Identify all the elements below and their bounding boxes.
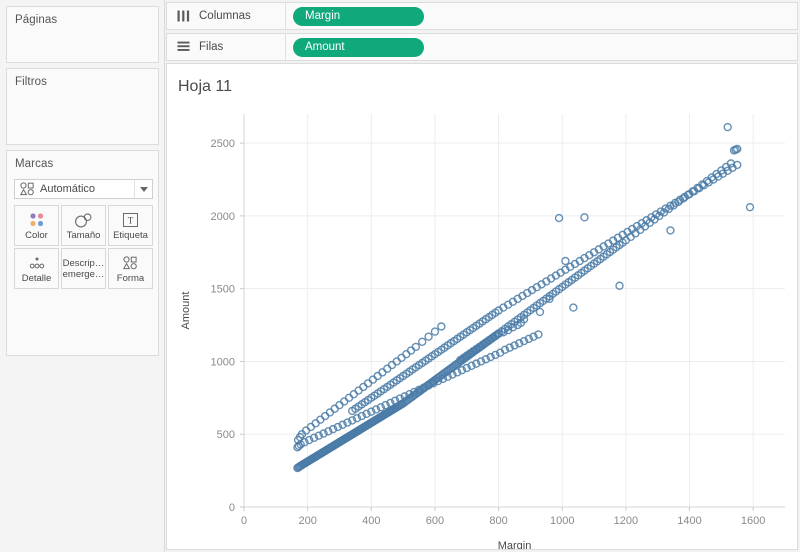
marks-tooltip-button[interactable]: Descrip… emerge…: [61, 248, 106, 289]
y-tick-label: 2000: [211, 211, 235, 223]
data-point[interactable]: [424, 332, 433, 341]
scatter-plot[interactable]: 0 200 400 600 800 1000 1200 1400 1600 0 500 1000 15…: [167, 104, 797, 549]
data-point[interactable]: [335, 400, 344, 410]
tableau-window: Páginas Filtros Marcas Automático Color …: [0, 0, 800, 552]
data-point[interactable]: [368, 375, 378, 384]
scatter-plot-svg[interactable]: 0 200 400 600 800 1000 1200 1400 1600 0 500 1000 15…: [167, 104, 797, 549]
data-point[interactable]: [373, 371, 382, 381]
data-point[interactable]: [306, 422, 316, 432]
data-point[interactable]: [666, 226, 675, 235]
data-point[interactable]: [383, 364, 392, 373]
svg-text:T: T: [128, 216, 134, 226]
detail-dots-icon: [28, 254, 46, 273]
marks-tooltip-label: Descrip… emerge…: [62, 258, 105, 280]
data-point[interactable]: [580, 213, 589, 222]
x-tick-label: 800: [489, 515, 507, 527]
x-tick-label: 1600: [741, 515, 765, 527]
left-sidebar: Páginas Filtros Marcas Automático Color …: [0, 0, 165, 552]
data-point[interactable]: [418, 337, 427, 346]
data-point[interactable]: [354, 386, 363, 395]
data-point[interactable]: [406, 346, 416, 355]
data-point[interactable]: [330, 404, 339, 413]
data-point[interactable]: [723, 122, 732, 132]
data-point[interactable]: [745, 202, 755, 212]
auto-shape-icon: [17, 180, 37, 198]
size-circles-icon: [74, 211, 93, 230]
rows-shelf[interactable]: Filas Amount: [166, 33, 798, 61]
x-tick-label: 0: [241, 515, 247, 527]
x-tick-label: 1400: [677, 515, 701, 527]
marks-color-label: Color: [25, 229, 48, 241]
marks-card: Marcas Automático Color Tamaño T Etiquet…: [6, 150, 159, 356]
shape-icon: [123, 254, 138, 273]
pill-amount[interactable]: Amount: [293, 37, 424, 57]
marks-shape-button[interactable]: Forma: [108, 248, 153, 289]
y-tick-label: 1500: [211, 284, 235, 296]
marks-detail-button[interactable]: Detalle: [14, 248, 59, 289]
x-tick-label: 200: [298, 515, 316, 527]
worksheet-view: Hoja 11 0 200 400 600 800 1000 1200 1400 1600 0 5…: [166, 63, 798, 550]
columns-shelf[interactable]: Columnas Margin: [166, 2, 798, 30]
data-point[interactable]: [359, 382, 368, 392]
y-axis-title: Amount: [180, 292, 192, 330]
data-point[interactable]: [535, 307, 545, 317]
rows-shelf-label: Filas: [199, 41, 224, 53]
data-point[interactable]: [349, 389, 358, 399]
marks-label-label: Etiqueta: [113, 229, 148, 241]
data-point[interactable]: [320, 411, 330, 421]
page-title: Hoja 11: [178, 78, 232, 95]
rows-drop-zone[interactable]: Amount: [285, 34, 797, 60]
data-point[interactable]: [363, 379, 373, 388]
data-point[interactable]: [387, 360, 397, 370]
x-axis-ticks: 0 200 400 600 800 1000 1200 1400 1600: [241, 515, 765, 527]
y-tick-label: 1000: [211, 356, 235, 368]
mark-type-dropdown[interactable]: Automático: [14, 179, 153, 199]
filters-card-title: Filtros: [15, 76, 48, 88]
marks-size-button[interactable]: Tamaño: [61, 205, 106, 246]
pill-margin[interactable]: Margin: [293, 6, 424, 26]
pages-card-title: Páginas: [15, 14, 58, 26]
label-t-icon: T: [122, 211, 139, 230]
data-point[interactable]: [437, 322, 446, 331]
y-axis-ticks: 0 500 1000 1500 2000 2500: [211, 138, 235, 514]
marks-label-button[interactable]: T Etiqueta: [108, 205, 153, 246]
y-tick-label: 2500: [211, 138, 235, 150]
marks-color-button[interactable]: Color: [14, 205, 59, 246]
data-point[interactable]: [397, 353, 406, 363]
marks-buttons-grid: Color Tamaño T Etiqueta Detalle Descrip……: [14, 205, 153, 289]
data-point[interactable]: [316, 415, 325, 424]
x-tick-label: 1200: [614, 515, 638, 527]
columns-shelf-label: Columnas: [199, 10, 251, 22]
columns-drop-zone[interactable]: Margin: [285, 3, 797, 29]
marks-card-title: Marcas: [15, 158, 54, 170]
data-point[interactable]: [569, 303, 578, 312]
rows-icon: [171, 34, 195, 60]
data-point[interactable]: [311, 419, 320, 428]
pages-drop-zone[interactable]: [11, 31, 156, 59]
x-axis-title: Margin: [498, 540, 532, 549]
x-tick-label: 600: [426, 515, 444, 527]
data-point[interactable]: [402, 349, 411, 359]
color-dots-icon: [28, 211, 46, 230]
marks-size-label: Tamaño: [66, 229, 101, 241]
y-tick-label: 500: [217, 429, 235, 441]
mark-type-label: Automático: [40, 183, 96, 195]
filters-drop-zone[interactable]: [11, 93, 156, 141]
x-tick-label: 1000: [550, 515, 574, 527]
pages-card: Páginas: [6, 6, 159, 63]
columns-icon: [171, 3, 195, 29]
data-point[interactable]: [325, 408, 335, 417]
marks-shape-label: Forma: [116, 272, 145, 284]
data-point[interactable]: [340, 397, 349, 406]
marks-detail-label: Detalle: [21, 272, 52, 284]
data-point[interactable]: [344, 393, 354, 403]
filters-card: Filtros: [6, 68, 159, 145]
data-point[interactable]: [378, 368, 387, 377]
data-points: [293, 122, 755, 473]
data-point[interactable]: [561, 256, 570, 266]
y-tick-label: 0: [229, 502, 235, 514]
chevron-down-icon[interactable]: [134, 180, 152, 198]
data-point[interactable]: [411, 342, 421, 352]
x-tick-label: 400: [362, 515, 380, 527]
